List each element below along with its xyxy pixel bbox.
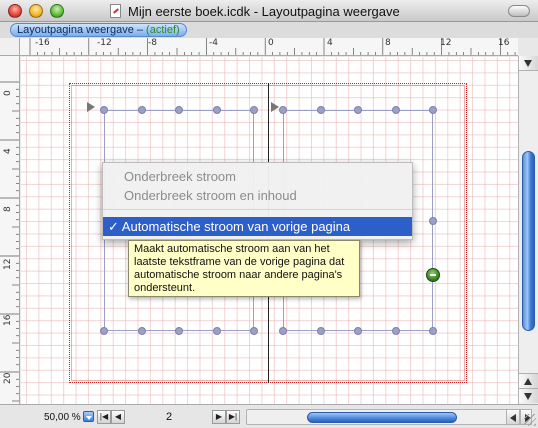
scroll-down-arrow-icon[interactable] (519, 388, 538, 403)
tab-layout-view[interactable]: Layoutpagina weergave – (actief) (10, 23, 187, 37)
tab-label: Layoutpagina weergave (17, 24, 134, 36)
minimize-icon[interactable] (29, 4, 43, 18)
ruler-top-label: 0 (268, 38, 274, 48)
horizontal-scroll-thumb[interactable] (307, 412, 457, 423)
frame-handle[interactable] (354, 327, 362, 335)
ruler-left[interactable]: 0 4 8 12 16 20 (0, 56, 20, 404)
frame-handle[interactable] (250, 106, 258, 114)
frame-handle[interactable] (392, 106, 400, 114)
next-page-icon[interactable]: ▶ (212, 410, 226, 424)
tab-status: (actief) (146, 24, 180, 36)
frame-handle[interactable] (138, 106, 146, 114)
ruler-corner[interactable] (0, 38, 20, 56)
ruler-top-label: -8 (148, 38, 157, 48)
tab-separator: – (133, 24, 147, 36)
zoom-level[interactable]: 50,00 % (44, 412, 81, 423)
ruler-top-label: 16 (498, 38, 510, 48)
frame-handle[interactable] (213, 327, 221, 335)
ruler-top-label: 12 (440, 38, 452, 48)
tooltip: Maakt automatische stroom aan van het la… (128, 240, 360, 297)
ruler-left-label: 20 (3, 372, 13, 384)
frame-handle[interactable] (279, 327, 287, 335)
last-page-icon[interactable]: ▶| (226, 410, 240, 424)
frame-handle[interactable] (100, 327, 108, 335)
page-number: 2 (166, 411, 173, 423)
scroll-up-arrow-icon[interactable] (519, 373, 538, 388)
frame-handle[interactable] (429, 217, 437, 225)
frame-handle[interactable] (100, 106, 108, 114)
bottom-bar: 50,00 % |◀ ◀ 2 ▶ ▶| (0, 404, 538, 428)
ruler-left-ticks (0, 81, 19, 402)
menu-separator (103, 209, 412, 210)
frame-handle[interactable] (429, 327, 437, 335)
ruler-left-label: 4 (3, 148, 13, 154)
menu-item-break-flow-and-content[interactable]: Onderbreek stroom en inhoud (103, 186, 412, 205)
ruler-top-label: -4 (209, 38, 218, 48)
frame-handle[interactable] (429, 106, 437, 114)
frame-handle[interactable] (213, 106, 221, 114)
ruler-top-label: 4 (327, 38, 333, 48)
frame-handle[interactable] (392, 327, 400, 335)
context-menu: Onderbreek stroom Onderbreek stroom en i… (102, 162, 413, 240)
previous-page-icon[interactable]: ◀ (111, 410, 125, 424)
ruler-left-label: 12 (3, 258, 13, 270)
frame-handle[interactable] (175, 327, 183, 335)
frame-handle[interactable] (354, 106, 362, 114)
flow-handle-icon[interactable] (426, 268, 440, 282)
ruler-left-label: 0 (3, 90, 13, 96)
ruler-top-label: -16 (35, 38, 50, 48)
scroll-left-arrow-icon[interactable] (506, 409, 520, 425)
menu-item-break-flow[interactable]: Onderbreek stroom (103, 167, 412, 186)
first-page-icon[interactable]: |◀ (97, 410, 111, 424)
flow-in-marker-icon[interactable] (271, 102, 279, 112)
title-bar: Mijn eerste boek.icdk - Layoutpagina wee… (0, 0, 538, 22)
zoom-icon[interactable] (50, 4, 64, 18)
ruler-left-label: 8 (3, 206, 13, 212)
ruler-top-label: -12 (97, 38, 112, 48)
vertical-scroll-thumb[interactable] (522, 151, 535, 331)
tab-row: Layoutpagina weergave – (actief) (0, 22, 538, 38)
toolbar-toggle-icon[interactable] (508, 5, 530, 17)
frame-handle[interactable] (279, 106, 287, 114)
scroll-top-arrow-icon[interactable] (519, 56, 538, 71)
frame-handle[interactable] (317, 106, 325, 114)
vertical-scrollbar[interactable] (518, 56, 538, 404)
horizontal-scrollbar[interactable] (246, 409, 508, 425)
close-icon[interactable] (8, 4, 22, 18)
ruler-left-label: 16 (3, 314, 13, 326)
document-icon[interactable] (110, 4, 121, 18)
ruler-top-label: 8 (385, 38, 391, 48)
menu-item-auto-flow-previous-page[interactable]: ✓ Automatische stroom van vorige pagina (103, 217, 412, 236)
flow-in-marker-icon[interactable] (87, 102, 95, 112)
frame-handle[interactable] (175, 106, 183, 114)
window-title: Mijn eerste boek.icdk - Layoutpagina wee… (128, 4, 400, 19)
resize-grip-icon[interactable] (524, 414, 536, 426)
zoom-dropdown-icon[interactable] (83, 411, 94, 422)
frame-handle[interactable] (250, 327, 258, 335)
ruler-top[interactable]: -16 -12 -8 -4 0 4 8 12 16 (20, 38, 518, 56)
frame-handle[interactable] (138, 327, 146, 335)
frame-handle[interactable] (317, 327, 325, 335)
